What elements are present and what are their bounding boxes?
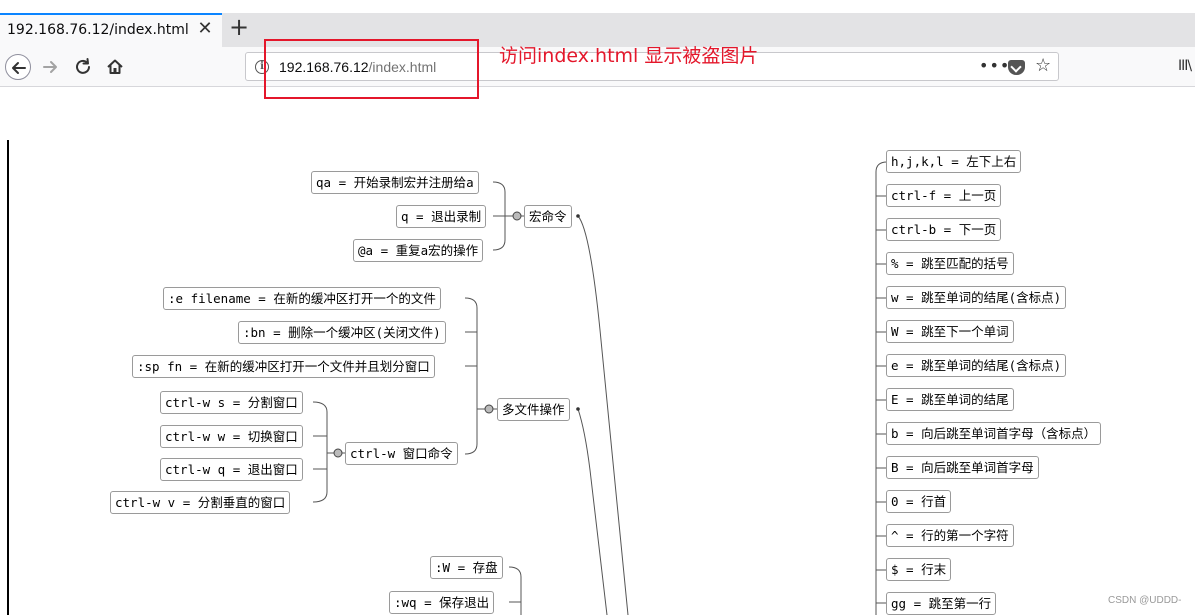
mindmap-node-dollar[interactable]: $ = 行末 bbox=[886, 558, 952, 581]
mindmap-node-W[interactable]: W = 跳至下一个单词 bbox=[886, 320, 1014, 343]
mindmap-node-qa[interactable]: qa = 开始录制宏并注册给a bbox=[311, 171, 479, 194]
mindmap-node-hjkl[interactable]: h,j,k,l = 左下上右 bbox=[886, 150, 1022, 173]
mindmap-node-e-filename[interactable]: :e filename = 在新的缓冲区打开一个的文件 bbox=[163, 287, 441, 310]
mindmap-node-ctrl-b[interactable]: ctrl-b = 下一页 bbox=[886, 218, 1002, 241]
mindmap-node-zero[interactable]: 0 = 行首 bbox=[886, 490, 952, 513]
mindmap-node-w[interactable]: w = 跳至单词的结尾(含标点) bbox=[886, 286, 1067, 309]
mindmap-node-save-w[interactable]: :W = 存盘 bbox=[430, 556, 503, 579]
mindmap-node-ctrl-f[interactable]: ctrl-f = 上一页 bbox=[886, 184, 1002, 207]
mindmap-node-ctrlw-s[interactable]: ctrl-w s = 分割窗口 bbox=[160, 391, 303, 414]
mindmap-node-macro[interactable]: 宏命令 bbox=[524, 205, 572, 228]
mindmap-node-at-a[interactable]: @a = 重复a宏的操作 bbox=[353, 239, 484, 262]
mindmap-node-multifile[interactable]: 多文件操作 bbox=[497, 398, 570, 421]
mindmap-node-E[interactable]: E = 跳至单词的结尾 bbox=[886, 388, 1014, 411]
mindmap-node-B[interactable]: B = 向后跳至单词首字母 bbox=[886, 456, 1039, 479]
mindmap-node-percent[interactable]: % = 跳至匹配的括号 bbox=[886, 252, 1014, 275]
watermark: CSDN @UDDD- bbox=[1108, 595, 1182, 606]
mindmap-node-caret[interactable]: ^ = 行的第一个字符 bbox=[886, 524, 1014, 547]
mindmap-node-ctrlw-q[interactable]: ctrl-w q = 退出窗口 bbox=[160, 458, 303, 481]
mindmap-node-bn[interactable]: :bn = 删除一个缓冲区(关闭文件) bbox=[238, 321, 446, 344]
mindmap-node-ctrlw-w[interactable]: ctrl-w w = 切换窗口 bbox=[160, 425, 303, 448]
mindmap-node-ctrlw[interactable]: ctrl-w 窗口命令 bbox=[345, 442, 458, 465]
macro-anchor-dot bbox=[576, 214, 580, 218]
mindmap-node-b[interactable]: b = 向后跳至单词首字母（含标点） bbox=[886, 422, 1102, 445]
mindmap-node-q[interactable]: q = 退出录制 bbox=[396, 205, 487, 228]
multifile-anchor-dot bbox=[576, 407, 580, 411]
mindmap-node-ctrlw-v[interactable]: ctrl-w v = 分割垂直的窗口 bbox=[110, 491, 291, 514]
mindmap-node-sp-fn[interactable]: :sp fn = 在新的缓冲区打开一个文件并且划分窗口 bbox=[132, 355, 435, 378]
mindmap-node-e[interactable]: e = 跳至单词的结尾(含标点) bbox=[886, 354, 1067, 377]
mindmap-node-gg[interactable]: gg = 跳至第一行 bbox=[886, 592, 997, 615]
mindmap-node-save-wq[interactable]: :wq = 保存退出 bbox=[389, 591, 495, 614]
